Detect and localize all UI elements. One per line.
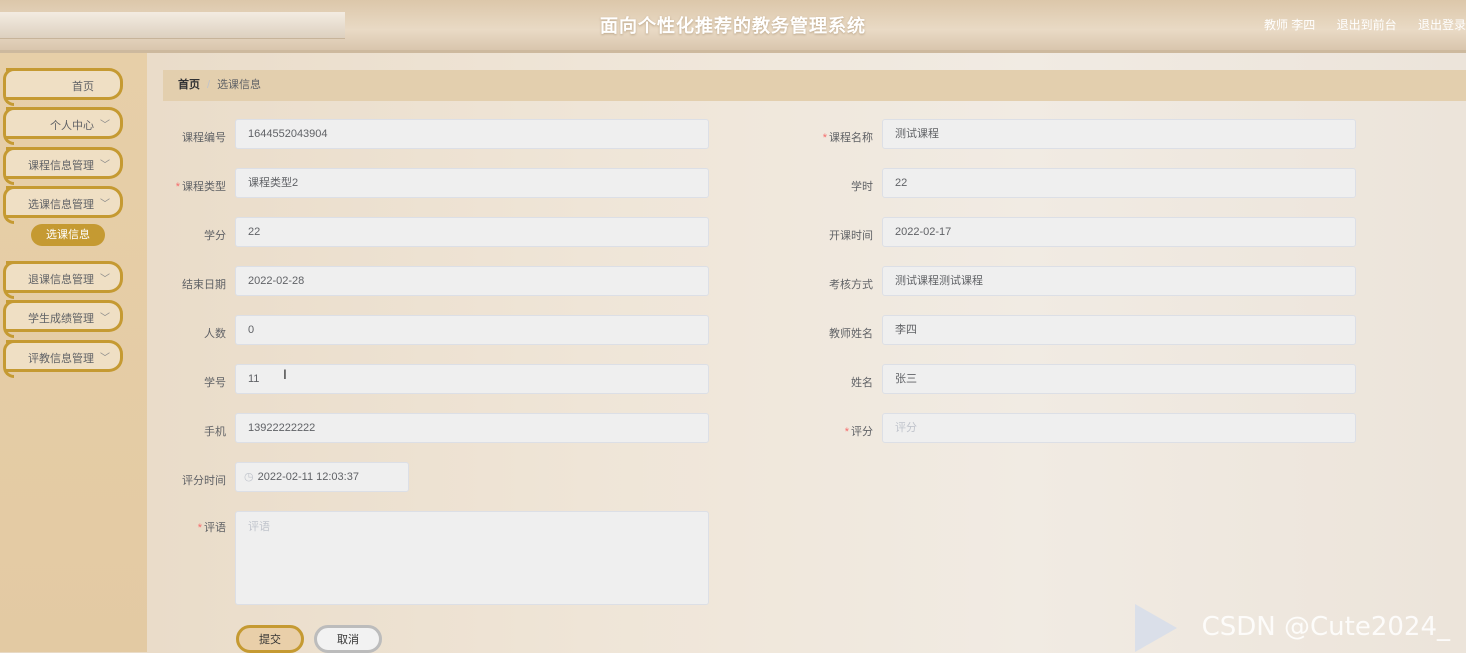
count-label: 人数 — [204, 328, 226, 340]
chevron-down-icon: ﹀ — [100, 160, 110, 171]
sidebar-item-personal-center[interactable]: 个人中心 ﹀ — [3, 107, 123, 145]
course-name-label-wrap: * 课程名称 — [803, 129, 873, 145]
breadcrumb-separator: / — [207, 79, 211, 91]
user-role: 教师 李四 — [1263, 18, 1316, 32]
score-label-wrap: * 评分 — [803, 423, 873, 439]
course-type-label-wrap: * 课程类型 — [156, 178, 226, 194]
chevron-down-icon: ﹀ — [100, 120, 110, 131]
phone-field[interactable]: 13922222222 — [235, 413, 709, 443]
chevron-down-icon: ﹀ — [100, 313, 110, 324]
score-time-picker[interactable]: ◷ 2022-02-11 12:03:37 — [235, 462, 409, 492]
sidebar-item-label: 评教信息管理 — [28, 353, 94, 365]
student-no-label: 学号 — [204, 377, 226, 389]
breadcrumb-home[interactable]: 首页 — [178, 79, 200, 91]
required-mark: * — [197, 522, 202, 534]
sidebar-item-label: 个人中心 — [50, 120, 94, 132]
sidebar-subitem-selection-info[interactable]: 选课信息 — [31, 224, 105, 246]
cancel-button[interactable]: 取消 — [314, 625, 382, 653]
sidebar-item-label: 学生成绩管理 — [28, 313, 94, 325]
exit-to-front-link[interactable]: 退出到前台 — [1337, 18, 1397, 32]
hours-field[interactable]: 22 — [882, 168, 1356, 198]
required-mark: * — [844, 426, 849, 438]
sidebar-item-home[interactable]: 首页 — [3, 68, 123, 106]
score-time-label: 评分时间 — [182, 475, 226, 487]
sidebar-item-evaluation[interactable]: 评教信息管理 ﹀ — [3, 340, 123, 378]
course-name-field[interactable]: 测试课程 — [882, 119, 1356, 149]
credits-label: 学分 — [204, 230, 226, 242]
text-cursor-icon: I — [283, 366, 287, 382]
sidebar-item-selection-info[interactable]: 选课信息管理 ﹀ — [3, 186, 123, 224]
header-user-area: 教师 李四 退出到前台 退出登录 — [1246, 16, 1466, 33]
hours-label: 学时 — [851, 181, 873, 193]
sidebar-item-label: 退课信息管理 — [28, 274, 94, 286]
required-mark: * — [822, 132, 827, 144]
start-time-field[interactable]: 2022-02-17 — [882, 217, 1356, 247]
play-logo-icon — [1135, 604, 1177, 652]
sidebar-item-label: 课程信息管理 — [28, 160, 94, 172]
student-no-field[interactable]: 11 — [235, 364, 709, 394]
end-date-field[interactable]: 2022-02-28 — [235, 266, 709, 296]
chevron-down-icon: ﹀ — [100, 353, 110, 364]
course-no-field[interactable]: 1644552043904 — [235, 119, 709, 149]
course-name-label: 课程名称 — [829, 132, 873, 144]
start-time-label: 开课时间 — [829, 230, 873, 242]
course-type-label: 课程类型 — [182, 181, 226, 193]
score-field[interactable]: 评分 — [882, 413, 1356, 443]
submit-button[interactable]: 提交 — [236, 625, 304, 653]
logout-link[interactable]: 退出登录 — [1418, 18, 1466, 32]
end-date-label: 结束日期 — [182, 279, 226, 291]
watermark-text: CSDN @Cute2024_ — [1201, 612, 1450, 642]
chevron-down-icon: ﹀ — [100, 274, 110, 285]
header-bar: 面向个性化推荐的教务管理系统 教师 李四 退出到前台 退出登录 — [0, 0, 1466, 53]
score-label: 评分 — [851, 426, 873, 438]
sidebar-item-drop-info[interactable]: 退课信息管理 ﹀ — [3, 261, 123, 299]
sidebar-item-course-info[interactable]: 课程信息管理 ﹀ — [3, 147, 123, 185]
credits-field[interactable]: 22 — [235, 217, 709, 247]
sidebar-item-grades[interactable]: 学生成绩管理 ﹀ — [3, 300, 123, 338]
name-field[interactable]: 张三 — [882, 364, 1356, 394]
name-label: 姓名 — [851, 377, 873, 389]
sidebar-item-label: 选课信息管理 — [28, 199, 94, 211]
teacher-name-field[interactable]: 李四 — [882, 315, 1356, 345]
clock-icon: ◷ — [244, 471, 254, 483]
breadcrumb-current: 选课信息 — [217, 79, 262, 91]
count-field[interactable]: 0 — [235, 315, 709, 345]
assessment-label: 考核方式 — [829, 279, 873, 291]
sidebar-item-label: 首页 — [72, 81, 94, 93]
required-mark: * — [175, 181, 180, 193]
teacher-name-label: 教师姓名 — [829, 328, 873, 340]
course-no-label: 课程编号 — [182, 132, 226, 144]
assessment-field[interactable]: 测试课程测试课程 — [882, 266, 1356, 296]
breadcrumb: 首页 / 选课信息 — [163, 70, 1466, 101]
comment-label: 评语 — [204, 522, 226, 534]
score-time-value: 2022-02-11 12:03:37 — [257, 471, 359, 483]
sidebar: 首页 个人中心 ﹀ 课程信息管理 ﹀ 选课信息管理 ﹀ 选课信息 退课信息管理 … — [0, 53, 147, 652]
comment-label-wrap: * 评语 — [156, 519, 226, 535]
course-type-field[interactable]: 课程类型2 — [235, 168, 709, 198]
phone-label: 手机 — [204, 426, 226, 438]
comment-textarea[interactable]: 评语 — [235, 511, 709, 605]
chevron-down-icon: ﹀ — [100, 199, 110, 210]
